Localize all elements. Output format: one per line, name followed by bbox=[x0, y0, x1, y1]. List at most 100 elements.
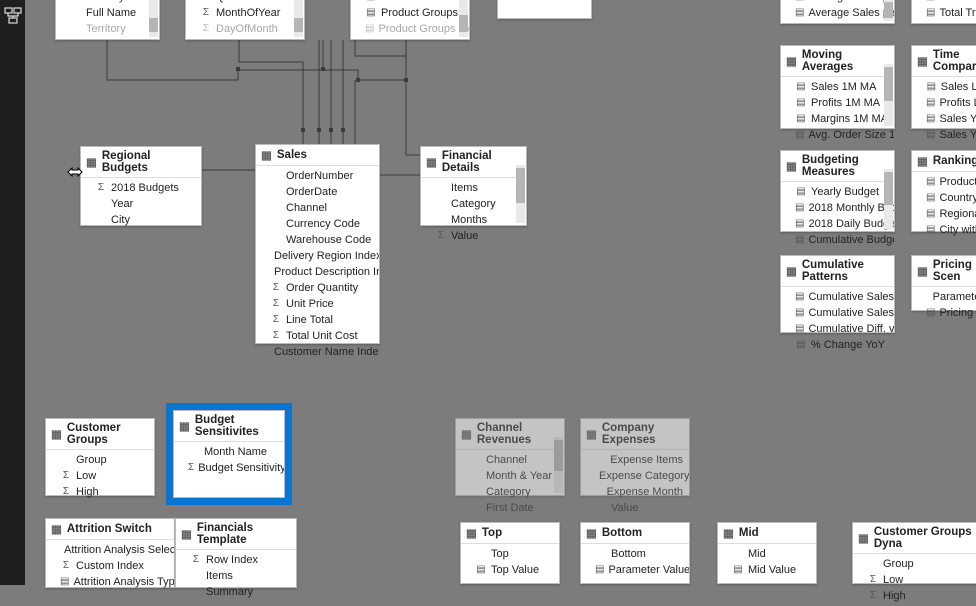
field[interactable]: Value bbox=[581, 500, 689, 516]
field[interactable]: OrderNumber bbox=[256, 168, 379, 184]
field[interactable]: ▤Sales Year to bbox=[912, 111, 976, 127]
table-header[interactable]: ▦Bottom bbox=[581, 523, 689, 544]
field[interactable]: Delivery Region Index bbox=[256, 248, 379, 264]
field[interactable]: ▤Cumulative Diff. vs LY bbox=[781, 321, 894, 337]
field[interactable]: Channel bbox=[256, 200, 379, 216]
field[interactable]: ▤Regional Sa bbox=[912, 206, 976, 222]
table-financial-details[interactable]: ▦Financial Details Items Category Months… bbox=[420, 146, 527, 226]
table-bottom[interactable]: ▦Bottom Bottom ▤Parameter Value bbox=[580, 522, 690, 584]
field[interactable]: Expense Month bbox=[581, 484, 689, 500]
table-channel-revenues[interactable]: ▦Channel Revenues Channel Month & Year C… bbox=[455, 418, 565, 496]
table-header[interactable]: ▦Pricing Scen bbox=[912, 256, 976, 287]
field[interactable]: ▤Pricing Sce bbox=[912, 305, 976, 321]
table-top[interactable]: ▦Top Top ▤Top Value bbox=[460, 522, 560, 584]
scrollbar[interactable] bbox=[459, 0, 468, 37]
field[interactable]: ΣRow Index bbox=[176, 552, 296, 568]
scrollbar[interactable] bbox=[884, 64, 893, 126]
field[interactable]: ΣHigh bbox=[46, 484, 154, 500]
field[interactable]: ▤2018 Daily Budgets bbox=[781, 216, 894, 232]
table-attrition-switch[interactable]: ▦Attrition Switch Attrition Analysis Sel… bbox=[45, 518, 175, 588]
field[interactable]: Customer Name Index bbox=[256, 344, 379, 360]
field[interactable]: Channel bbox=[456, 452, 564, 468]
model-canvas[interactable]: Country Full Name Territory ΣQuarterOfYe… bbox=[25, 0, 976, 585]
field[interactable]: ▤Mid Value bbox=[718, 562, 816, 578]
scrollbar[interactable] bbox=[294, 0, 303, 37]
field[interactable]: Month Name bbox=[174, 444, 284, 460]
field[interactable]: First Date bbox=[456, 500, 564, 516]
field[interactable]: ΣTotal Unit Cost bbox=[256, 328, 379, 344]
field[interactable]: ΣDayOfMonth bbox=[186, 21, 304, 37]
field[interactable]: Group bbox=[853, 556, 976, 572]
field[interactable]: ▤Product Sal bbox=[912, 174, 976, 190]
field[interactable]: ▤Margins 1M MA bbox=[781, 111, 894, 127]
table-customer-groups[interactable]: ▦Customer Groups Group ΣLow ΣHigh bbox=[45, 418, 155, 496]
field[interactable]: Σ2018 Budgets bbox=[81, 180, 201, 196]
field[interactable]: Top bbox=[461, 546, 559, 562]
field[interactable]: Attrition Analysis Select bbox=[46, 542, 174, 558]
table-avg-sales[interactable]: ▤Average Sales per M ▤Average Sales per … bbox=[780, 0, 895, 24]
table-regional-budgets[interactable]: ▦Regional Budgets Σ2018 Budgets Year Cit… bbox=[80, 146, 202, 226]
field[interactable]: ▤Country Sal bbox=[912, 190, 976, 206]
table-header[interactable]: ▦Ranking bbox=[912, 151, 976, 172]
field[interactable]: ΣHigh bbox=[853, 588, 976, 604]
field[interactable]: Bottom bbox=[581, 546, 689, 562]
table-blank-small[interactable] bbox=[497, 0, 592, 19]
field[interactable]: ▤City within C bbox=[912, 222, 976, 238]
field[interactable]: ▤Cumulative Sales LY bbox=[781, 305, 894, 321]
field[interactable]: ΣOrder Quantity bbox=[256, 280, 379, 296]
table-header[interactable]: ▦Customer Groups bbox=[46, 419, 154, 450]
field[interactable]: Parameter bbox=[912, 289, 976, 305]
table-header[interactable]: ▦Top bbox=[461, 523, 559, 544]
scrollbar[interactable] bbox=[884, 169, 893, 229]
table-dates[interactable]: ΣQuarterOfYear ΣMonthOfYear ΣDayOfMonth bbox=[185, 0, 305, 40]
field[interactable]: Summary bbox=[176, 584, 296, 600]
field[interactable]: Category bbox=[456, 484, 564, 500]
table-header[interactable]: ▦Attrition Switch bbox=[46, 519, 174, 540]
field[interactable]: Product Description Index bbox=[256, 264, 379, 280]
field[interactable]: ΣLow bbox=[46, 468, 154, 484]
field[interactable]: ▤Sales LY bbox=[912, 79, 976, 95]
field[interactable]: ΣUnit Price bbox=[256, 296, 379, 312]
table-pricing-scenarios[interactable]: ▦Pricing Scen Parameter ▤Pricing Sce bbox=[911, 255, 976, 311]
field[interactable]: Group bbox=[46, 452, 154, 468]
table-header[interactable]: ▦Company Expenses bbox=[581, 419, 689, 450]
scrollbar[interactable] bbox=[554, 437, 563, 493]
field[interactable]: ΣCustom Index bbox=[46, 558, 174, 574]
field[interactable]: ▤Product Groups bbox=[351, 5, 469, 21]
table-totals[interactable]: ▤Total Profits ▤Total Transa bbox=[911, 0, 976, 24]
table-customer-groups-dyna[interactable]: ▦Customer Groups Dyna Group ΣLow ΣHigh bbox=[852, 522, 976, 584]
table-header[interactable]: ▦Budget Sensitivites bbox=[174, 411, 284, 442]
field[interactable]: OrderDate bbox=[256, 184, 379, 200]
field[interactable]: Currency Code bbox=[256, 216, 379, 232]
field[interactable]: Full Name bbox=[56, 5, 159, 21]
table-header[interactable]: ▦Cumulative Patterns bbox=[781, 256, 894, 287]
table-cumulative-patterns[interactable]: ▦Cumulative Patterns ▤Cumulative Sales ▤… bbox=[780, 255, 895, 333]
field[interactable]: ΣMonthOfYear bbox=[186, 5, 304, 21]
field[interactable]: Mid bbox=[718, 546, 816, 562]
field[interactable]: ▤Attrition Analysis Type bbox=[46, 574, 174, 590]
table-header[interactable]: ▦Sales bbox=[256, 145, 379, 166]
table-moving-averages[interactable]: ▦Moving Averages ▤Sales 1M MA ▤Profits 1… bbox=[780, 45, 895, 129]
table-financials-template[interactable]: ▦Financials Template ΣRow Index Items Su… bbox=[175, 518, 297, 588]
table-ranking[interactable]: ▦Ranking ▤Product Sal ▤Country Sal ▤Regi… bbox=[911, 150, 976, 232]
field[interactable]: Expense Items bbox=[581, 452, 689, 468]
field[interactable]: Territory bbox=[56, 21, 159, 37]
table-budgeting-measures[interactable]: ▦Budgeting Measures ▤Yearly Budget ▤2018… bbox=[780, 150, 895, 232]
field[interactable]: Items bbox=[421, 180, 526, 196]
table-sales[interactable]: ▦Sales OrderNumber OrderDate Channel Cur… bbox=[255, 144, 380, 344]
field[interactable]: ΣBudget Sensitivity bbox=[174, 460, 284, 476]
field[interactable]: ▤Sales Year to bbox=[912, 127, 976, 143]
table-header[interactable]: ▦Regional Budgets bbox=[81, 147, 201, 178]
table-header[interactable]: ▦Time Compar bbox=[912, 46, 976, 77]
field[interactable]: ▤Cumulative Budgets bbox=[781, 232, 894, 248]
field[interactable]: Category bbox=[421, 196, 526, 212]
field[interactable]: ▤Cumulative Sales bbox=[781, 289, 894, 305]
scrollbar[interactable] bbox=[516, 165, 525, 223]
table-header[interactable]: ▦Budgeting Measures bbox=[781, 151, 894, 182]
scrollbar[interactable] bbox=[149, 0, 158, 37]
table-time-comparison[interactable]: ▦Time Compar ▤Sales LY ▤Profits LY ▤Sale… bbox=[911, 45, 976, 129]
table-customers[interactable]: Country Full Name Territory bbox=[55, 0, 160, 40]
model-view-icon[interactable] bbox=[3, 6, 23, 26]
field[interactable]: ▤% Change YoY bbox=[781, 337, 894, 353]
table-header[interactable]: ▦Customer Groups Dyna bbox=[853, 523, 976, 554]
